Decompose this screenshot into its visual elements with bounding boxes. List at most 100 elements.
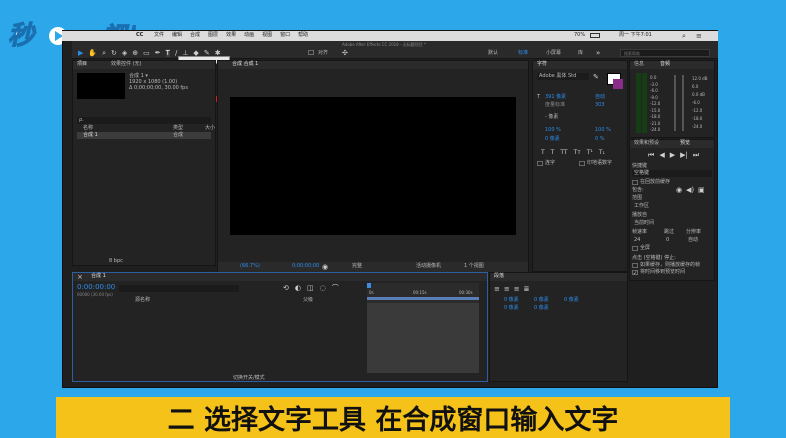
search-help-field[interactable]: 搜索帮助	[620, 49, 710, 57]
menu-item-view[interactable]: 视图	[262, 32, 272, 39]
search-icon[interactable]: ⌕	[682, 32, 686, 40]
align-center-icon[interactable]: ≡	[504, 285, 510, 293]
audio-slider-right[interactable]	[682, 75, 684, 131]
menu-item-effect[interactable]: 效果	[226, 32, 236, 39]
col-source-name[interactable]: 源名称	[135, 297, 150, 304]
menu-item-file[interactable]: 文件	[154, 32, 164, 39]
include-overlay-icon[interactable]: ▣	[698, 186, 705, 194]
pen-tool-icon[interactable]: ✒	[155, 49, 161, 57]
leading-value[interactable]: 自动	[595, 94, 605, 101]
work-area-bar[interactable]	[367, 297, 479, 300]
align-right-icon[interactable]: ≡	[514, 285, 520, 293]
tab-effects-presets[interactable]: 效果和预设	[634, 140, 659, 147]
range-value[interactable]: 工作区	[634, 203, 649, 210]
style-superscript[interactable]: T¹	[587, 149, 593, 156]
vscale-value[interactable]: 100 %	[545, 127, 561, 134]
menu-icon[interactable]: ≡	[696, 32, 702, 40]
shortcut-select[interactable]: 空格键	[632, 170, 712, 177]
frame-blend-icon[interactable]: ◫	[307, 284, 314, 292]
col-parent[interactable]: 父级	[303, 297, 313, 304]
timeline-track-area[interactable]	[367, 303, 479, 373]
col-type[interactable]: 类型	[173, 125, 183, 132]
play-from-value[interactable]: 当前时间	[634, 220, 654, 227]
timeline-close-icon[interactable]: ×	[77, 273, 83, 281]
workspace-library[interactable]: 库	[578, 50, 583, 57]
tsume-value[interactable]: 0 %	[595, 136, 605, 143]
workspace-more-icon[interactable]: »	[596, 49, 600, 57]
hand-tool-icon[interactable]: ✋	[88, 49, 97, 57]
comp-timecode[interactable]: 0;00;00;00	[292, 263, 319, 270]
audio-slider-left[interactable]	[674, 75, 676, 131]
menu-item-help[interactable]: 帮助	[298, 32, 308, 39]
tab-paragraph[interactable]: 段落	[494, 273, 504, 280]
tab-timeline[interactable]: 合成 1	[91, 273, 106, 280]
play-icon[interactable]: ▶	[670, 151, 675, 159]
align-left-icon[interactable]: ≡	[494, 285, 500, 293]
style-smallcaps[interactable]: Tт	[574, 149, 581, 156]
next-frame-icon[interactable]: ▶|	[680, 151, 688, 159]
workspace-default[interactable]: 默认	[488, 50, 498, 57]
workspace-small[interactable]: 小屏幕	[546, 50, 561, 57]
align-checkbox[interactable]: ☐	[308, 49, 314, 57]
stroke-value[interactable]: - 像素	[545, 114, 558, 121]
res-value[interactable]: 自动	[688, 237, 698, 244]
indent-first[interactable]: 0 像素	[564, 297, 579, 304]
space-before[interactable]: 0 像素	[504, 305, 519, 312]
bpc-label[interactable]: 8 bpc	[109, 258, 123, 265]
toggle-switches-modes[interactable]: 切换开关/模式	[233, 375, 265, 382]
timeline-timecode[interactable]: 0:00:00:00	[77, 283, 115, 291]
rotate-tool-icon[interactable]: ↻	[111, 49, 117, 57]
first-frame-icon[interactable]: ⏮	[648, 151, 654, 159]
skip-value[interactable]: 0	[666, 237, 669, 244]
menu-item-layer[interactable]: 图层	[208, 32, 218, 39]
last-frame-icon[interactable]: ⏭	[693, 151, 699, 159]
project-row[interactable]: 合成 1 合成	[77, 132, 211, 139]
indent-right[interactable]: 0 像素	[534, 297, 549, 304]
draft-3d-icon[interactable]: ⟲	[283, 284, 289, 292]
fullscreen-checkbox[interactable]: ☐	[632, 245, 638, 253]
include-audio-icon[interactable]: ◀)	[686, 186, 694, 194]
menu-item-animation[interactable]: 动画	[244, 32, 254, 39]
col-size[interactable]: 大小	[205, 125, 215, 132]
tab-character[interactable]: 字符	[537, 61, 547, 68]
timeline-search-field[interactable]	[119, 285, 239, 292]
fps-value[interactable]: 24	[634, 237, 640, 244]
timeline-ruler[interactable]: 0s 00:15s 00:30s	[367, 283, 479, 303]
tab-audio[interactable]: 音频	[660, 61, 670, 68]
font-select[interactable]: Adobe 黑体 Std	[537, 73, 589, 80]
move-option-checkbox[interactable]: ☑	[632, 269, 638, 277]
include-video-icon[interactable]: ◉	[676, 186, 682, 194]
style-subscript[interactable]: T₁	[599, 149, 605, 156]
snapshot-icon[interactable]: ◉	[322, 263, 328, 271]
rectangle-tool-icon[interactable]: ▭	[143, 49, 150, 57]
menu-item-edit[interactable]: 编辑	[172, 32, 182, 39]
playhead-marker[interactable]	[367, 283, 371, 288]
hindi-checkbox[interactable]: ☐	[579, 160, 585, 168]
style-italic[interactable]: T	[551, 149, 555, 156]
cache-checkbox[interactable]: ☐	[632, 179, 638, 187]
ligature-checkbox[interactable]: ☐	[537, 160, 543, 168]
zoom-tool-icon[interactable]: ⌕	[102, 49, 106, 57]
graph-editor-icon[interactable]: ⌒	[332, 284, 339, 292]
tab-info[interactable]: 信息	[634, 61, 644, 68]
tab-effect-controls[interactable]: 效果控件 (无)	[111, 61, 142, 68]
composition-canvas[interactable]	[230, 97, 516, 235]
shy-icon[interactable]: ◐	[295, 284, 301, 292]
camera-tool-icon[interactable]: ◈	[122, 49, 127, 57]
menu-item-composition[interactable]: 合成	[190, 32, 200, 39]
tab-composition[interactable]: 合成 合成 1	[232, 61, 258, 68]
col-name[interactable]: 名称	[83, 125, 93, 132]
indent-left[interactable]: 0 像素	[504, 297, 519, 304]
hscale-value[interactable]: 100 %	[595, 127, 611, 134]
tab-project[interactable]: 项目	[77, 61, 87, 68]
zoom-level[interactable]: (66.7%)	[240, 263, 260, 270]
resolution-select[interactable]: 完整	[352, 263, 362, 270]
tab-preview[interactable]: 预览	[680, 140, 690, 147]
camera-select[interactable]: 活动摄像机	[416, 263, 441, 270]
workspace-standard[interactable]: 标准	[518, 50, 528, 57]
type-tool-icon[interactable]: T	[165, 49, 170, 57]
selection-tool-icon[interactable]: ▶	[78, 49, 83, 57]
tracking-value[interactable]: 303	[595, 102, 605, 109]
eyedropper-icon[interactable]: ✎	[593, 73, 599, 81]
brush-tool-icon[interactable]: /	[175, 49, 177, 57]
